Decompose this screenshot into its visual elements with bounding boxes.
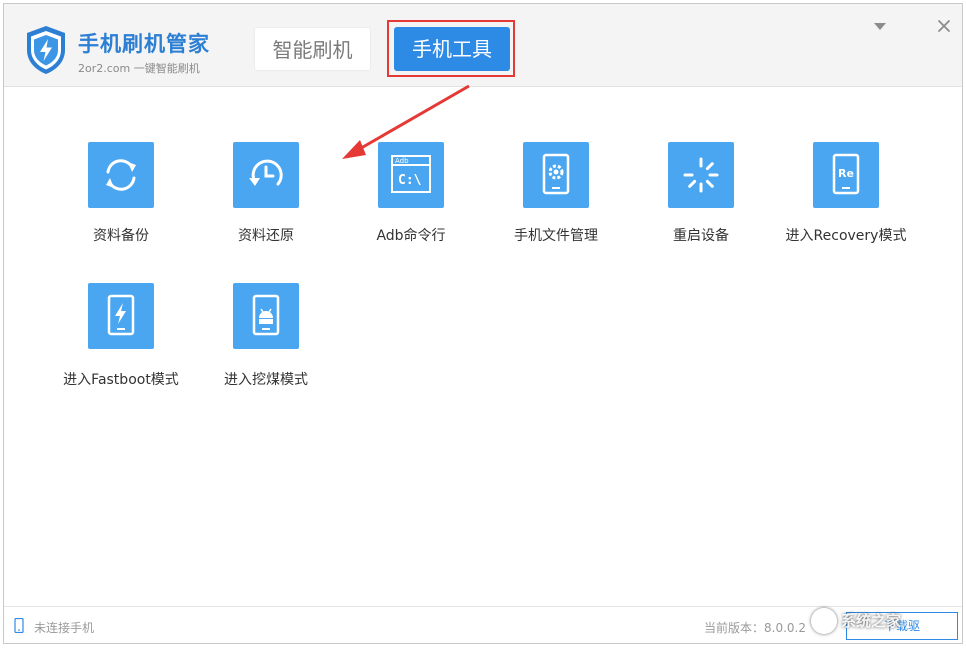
app-window: 手机刷机管家 2or2.com 一键智能刷机 智能刷机 手机工具 资料备份 资料…: [3, 3, 963, 644]
connection-status: 未连接手机: [34, 621, 95, 635]
tool-tile: [88, 283, 154, 349]
restore-clock-icon: [249, 159, 283, 186]
tool-label: 进入Recovery模式: [785, 228, 907, 244]
tool-tile: [233, 142, 299, 208]
app-subtitle: 2or2.com 一键智能刷机: [78, 62, 200, 75]
download-driver-button[interactable]: 下载驱: [846, 612, 958, 640]
app-title: 手机刷机管家: [78, 32, 210, 56]
phone-gear-icon: [542, 153, 570, 195]
phone-lightning-icon: [107, 294, 135, 336]
version-label: 当前版本：8.0.0.2: [704, 621, 806, 635]
tool-tile: [523, 142, 589, 208]
close-icon[interactable]: [934, 16, 954, 36]
tool-tile: Adb C:\: [378, 142, 444, 208]
dropdown-menu-icon[interactable]: [870, 16, 890, 36]
status-bar: 未连接手机 当前版本：8.0.0.2 下载驱: [4, 606, 962, 643]
phone-recovery-icon: Re: [832, 153, 860, 195]
tool-tile: Re: [813, 142, 879, 208]
tab-phone-tools[interactable]: 手机工具: [394, 27, 510, 71]
phone-icon: [14, 618, 24, 633]
loading-spinner-icon: [683, 157, 719, 193]
sync-icon: [106, 159, 136, 191]
terminal-prompt: C:\: [398, 173, 422, 188]
tool-tile: [233, 283, 299, 349]
shield-logo-icon: [27, 26, 65, 74]
tool-label: 进入挖煤模式: [224, 372, 308, 388]
tool-tile: [668, 142, 734, 208]
terminal-caption: Adb: [395, 157, 409, 165]
tool-enter-mining-mode[interactable]: 进入挖煤模式: [191, 283, 341, 403]
header-bar: 手机刷机管家 2or2.com 一键智能刷机 智能刷机 手机工具: [4, 4, 962, 87]
tool-enter-recovery[interactable]: Re 进入Recovery模式: [771, 142, 921, 262]
phone-android-icon: [252, 294, 280, 336]
recovery-badge: Re: [838, 167, 854, 180]
tab-smart-flash[interactable]: 智能刷机: [254, 27, 371, 71]
tool-tile: [88, 142, 154, 208]
terminal-icon: Adb C:\: [391, 155, 431, 193]
